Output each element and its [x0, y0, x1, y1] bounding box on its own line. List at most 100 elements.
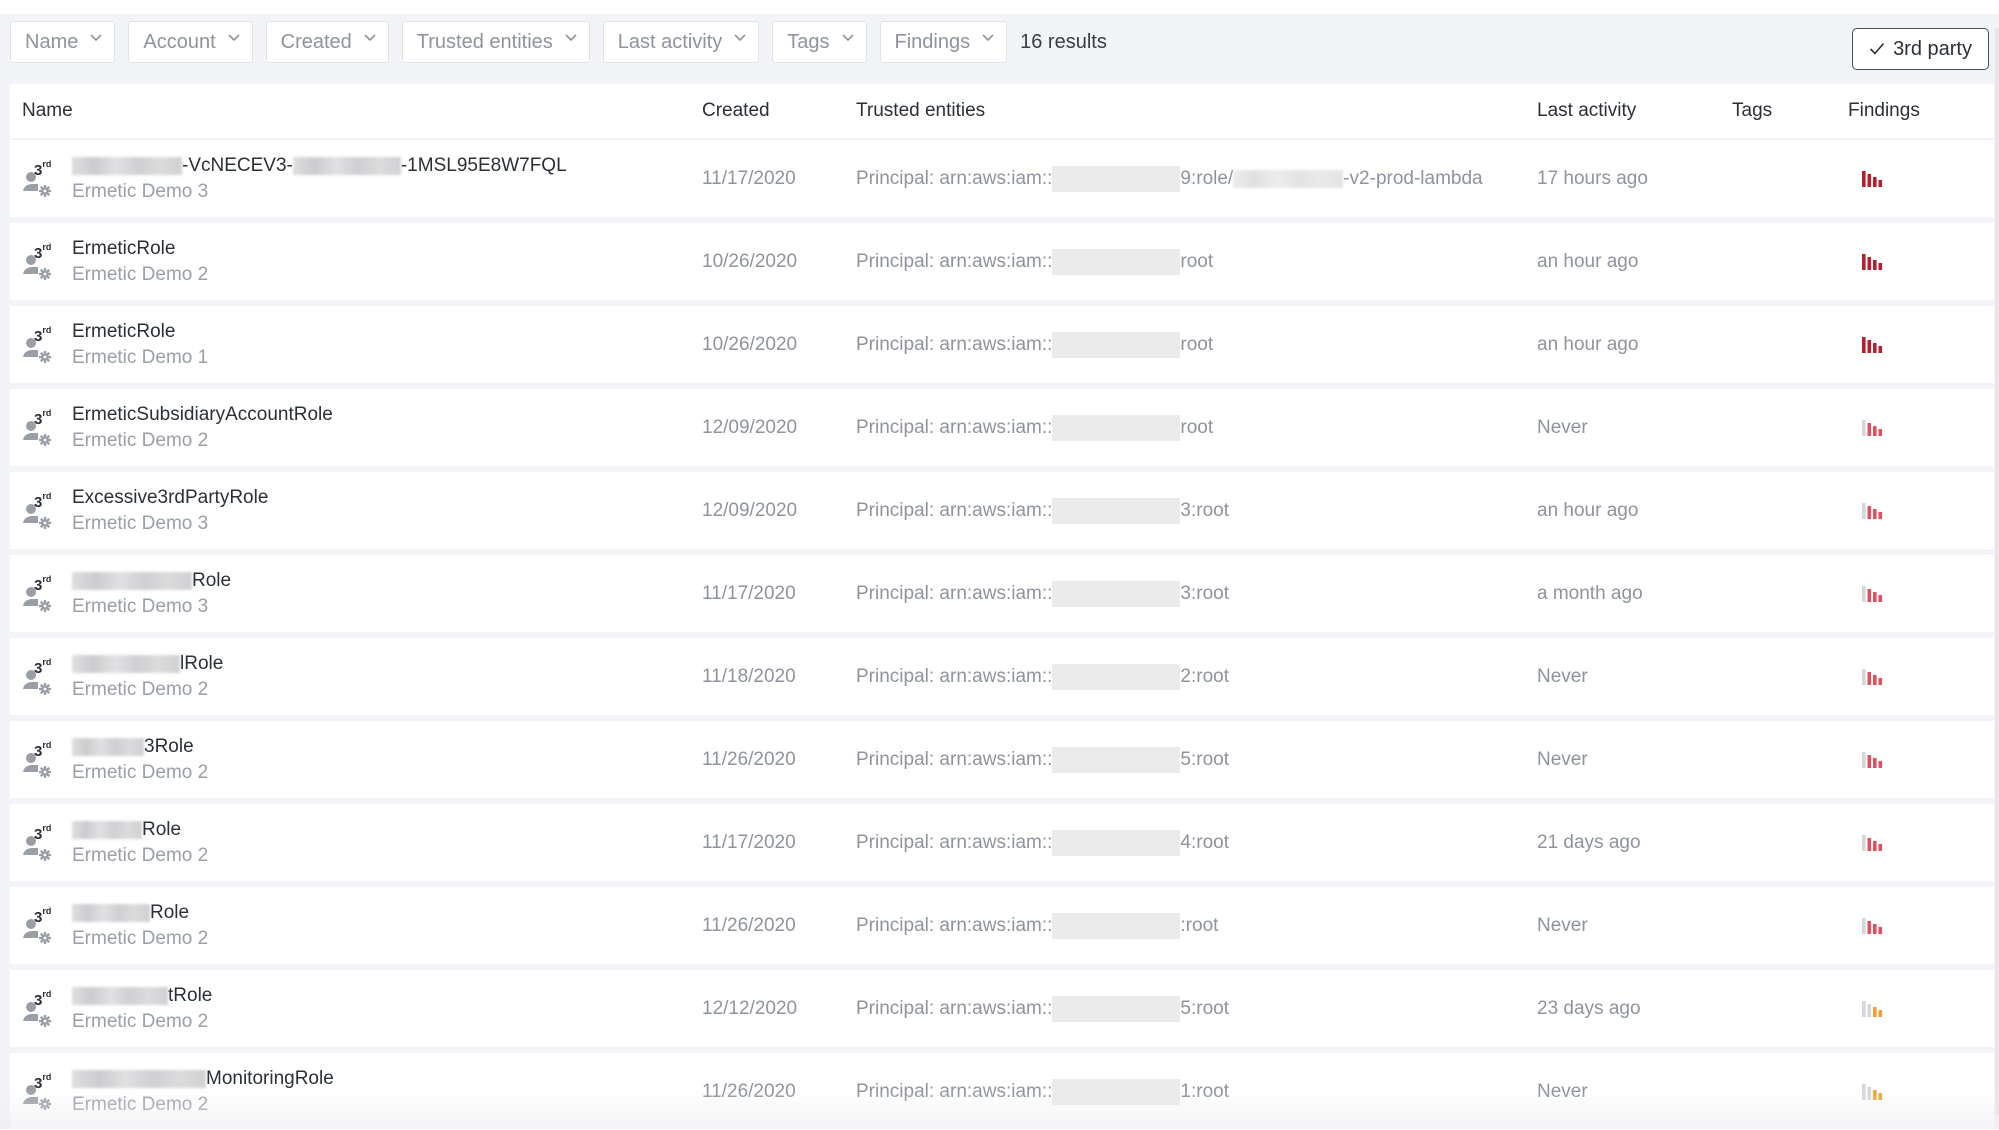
trust-prefix: Principal: arn:aws:iam::	[856, 915, 1052, 937]
findings-bars-icon	[1862, 751, 1886, 769]
name-cell: 3rd MonitoringRole Ermetic Dem	[22, 1053, 334, 1130]
trust-prefix: Principal: arn:aws:iam::	[856, 251, 1052, 273]
third-party-toggle-label: 3rd party	[1893, 38, 1972, 61]
name-cell: 3rd ErmeticRole Ermetic Demo 2	[22, 223, 208, 300]
created-date: 11/26/2020	[702, 1053, 796, 1130]
role-name[interactable]: Role	[72, 900, 208, 926]
redacted-account-id	[1052, 415, 1180, 441]
trust-prefix: Principal: arn:aws:iam::	[856, 500, 1052, 522]
findings-indicator[interactable]	[1862, 389, 1886, 466]
findings-indicator[interactable]	[1862, 804, 1886, 881]
findings-bar	[1879, 678, 1883, 685]
findings-indicator[interactable]	[1862, 638, 1886, 715]
redacted-account-id	[1052, 664, 1180, 690]
trust-suffix: root	[1180, 334, 1213, 356]
findings-bar	[1868, 1004, 1872, 1017]
column-header-last-activity[interactable]: Last activity	[1537, 100, 1636, 122]
filter-tags[interactable]: Tags	[772, 21, 866, 63]
filter-label: Account	[143, 31, 215, 54]
redacted-account-id	[1052, 332, 1180, 358]
role-name[interactable]: ErmeticRole	[72, 236, 208, 262]
role-name-text: Role	[192, 568, 231, 594]
role-name[interactable]: tRole	[72, 983, 212, 1009]
filter-findings[interactable]: Findings	[880, 21, 1008, 63]
account-name: Ermetic Demo 2	[72, 760, 208, 786]
table-row[interactable]: 3rd Role Ermetic Demo 3	[10, 555, 1994, 632]
trusted-entity: Principal: arn:aws:iam::2:root	[856, 638, 1229, 715]
role-name[interactable]: ErmeticSubsidiaryAccountRole	[72, 402, 333, 428]
findings-indicator[interactable]	[1862, 140, 1886, 217]
role-name[interactable]: Role	[72, 568, 231, 594]
table-row[interactable]: 3rd Role Ermetic Demo 2	[10, 804, 1994, 881]
redacted-account-id	[1052, 581, 1180, 607]
table-row[interactable]: 3rd ErmeticSubsidiaryAccountRole	[10, 389, 1994, 466]
table-row[interactable]: 3rd ErmeticRole Ermetic Demo 2	[10, 223, 1994, 300]
filter-last-activity[interactable]: Last activity	[603, 21, 759, 63]
findings-bars-icon	[1862, 253, 1886, 271]
findings-bar	[1862, 752, 1866, 768]
role-name[interactable]: 3Role	[72, 734, 208, 760]
role-name[interactable]: ErmeticRole	[72, 319, 208, 345]
created-date: 11/26/2020	[702, 887, 796, 964]
findings-bar	[1862, 503, 1866, 519]
trust-prefix: Principal: arn:aws:iam::	[856, 334, 1052, 356]
role-name-suffix: -1MSL95E8W7FQL	[401, 153, 567, 179]
account-name: Ermetic Demo 2	[72, 677, 223, 703]
findings-bar	[1879, 1093, 1883, 1100]
filter-bar: Name Account Created Trusted entities La…	[10, 14, 1989, 70]
chevron-down-icon	[734, 34, 744, 44]
column-header-tags[interactable]: Tags	[1732, 100, 1772, 122]
redacted-text	[293, 157, 401, 175]
findings-bar	[1862, 254, 1866, 270]
findings-bar	[1879, 512, 1883, 519]
column-header-trusted-entities[interactable]: Trusted entities	[856, 100, 985, 122]
findings-indicator[interactable]	[1862, 472, 1886, 549]
role-name[interactable]: lRole	[72, 651, 223, 677]
name-cell: 3rd ErmeticRole Ermetic Demo 1	[22, 306, 208, 383]
trust-prefix: Principal: arn:aws:iam::	[856, 417, 1052, 439]
findings-indicator[interactable]	[1862, 1053, 1886, 1130]
table-row[interactable]: 3rd Role Ermetic Demo 2	[10, 887, 1994, 964]
role-name-text: lRole	[180, 651, 223, 677]
findings-bars-icon	[1862, 419, 1886, 437]
findings-bar	[1868, 672, 1872, 685]
trust-prefix: Principal: arn:aws:iam::	[856, 583, 1052, 605]
role-name[interactable]: MonitoringRole	[72, 1066, 334, 1092]
created-date: 11/18/2020	[702, 638, 796, 715]
findings-indicator[interactable]	[1862, 555, 1886, 632]
third-party-role-icon: 3rd	[22, 823, 60, 867]
table-row[interactable]: 3rd 3Role Ermetic Demo 2	[10, 721, 1994, 798]
table-row[interactable]: 3rd lRole Ermetic Demo 2	[10, 638, 1994, 715]
findings-indicator[interactable]	[1862, 970, 1886, 1047]
scrollbar-track[interactable]	[1995, 28, 1999, 1115]
filter-account[interactable]: Account	[128, 21, 252, 63]
role-name[interactable]: Excessive3rdPartyRole	[72, 485, 268, 511]
trust-prefix: Principal: arn:aws:iam::	[856, 998, 1052, 1020]
findings-indicator[interactable]	[1862, 887, 1886, 964]
table-row[interactable]: 3rd Excessive3rdPartyRole Erme	[10, 472, 1994, 549]
third-party-toggle-button[interactable]: 3rd party	[1852, 28, 1989, 70]
top-strip	[0, 0, 1999, 14]
findings-indicator[interactable]	[1862, 306, 1886, 383]
role-name[interactable]: -VcNECEV3--1MSL95E8W7FQL	[72, 153, 567, 179]
filter-name[interactable]: Name	[10, 21, 115, 63]
findings-indicator[interactable]	[1862, 721, 1886, 798]
table-row[interactable]: 3rd -VcNECEV3--1MSL95E8W7FQL E	[10, 140, 1994, 217]
table-row[interactable]: 3rd ErmeticRole Ermetic Demo 1	[10, 306, 1994, 383]
filter-created[interactable]: Created	[266, 21, 389, 63]
check-icon	[1869, 38, 1885, 61]
role-name-text: Excessive3rdPartyRole	[72, 485, 268, 511]
table-row[interactable]: 3rd MonitoringRole Ermetic Dem	[10, 1053, 1994, 1130]
role-name[interactable]: Role	[72, 817, 208, 843]
name-cell: 3rd ErmeticSubsidiaryAccountRole	[22, 389, 333, 466]
column-header-created[interactable]: Created	[702, 100, 770, 122]
filter-trusted-entities[interactable]: Trusted entities	[402, 21, 590, 63]
column-header-findings[interactable]: Findings	[1848, 100, 1920, 122]
findings-bar	[1873, 592, 1877, 602]
account-name: Ermetic Demo 2	[72, 262, 208, 288]
column-header-name[interactable]: Name	[22, 100, 73, 122]
table-row[interactable]: 3rd tRole Ermetic Demo 2	[10, 970, 1994, 1047]
findings-indicator[interactable]	[1862, 223, 1886, 300]
results-count: 16 results	[1020, 31, 1107, 54]
trusted-entity: Principal: arn:aws:iam::4:root	[856, 804, 1229, 881]
